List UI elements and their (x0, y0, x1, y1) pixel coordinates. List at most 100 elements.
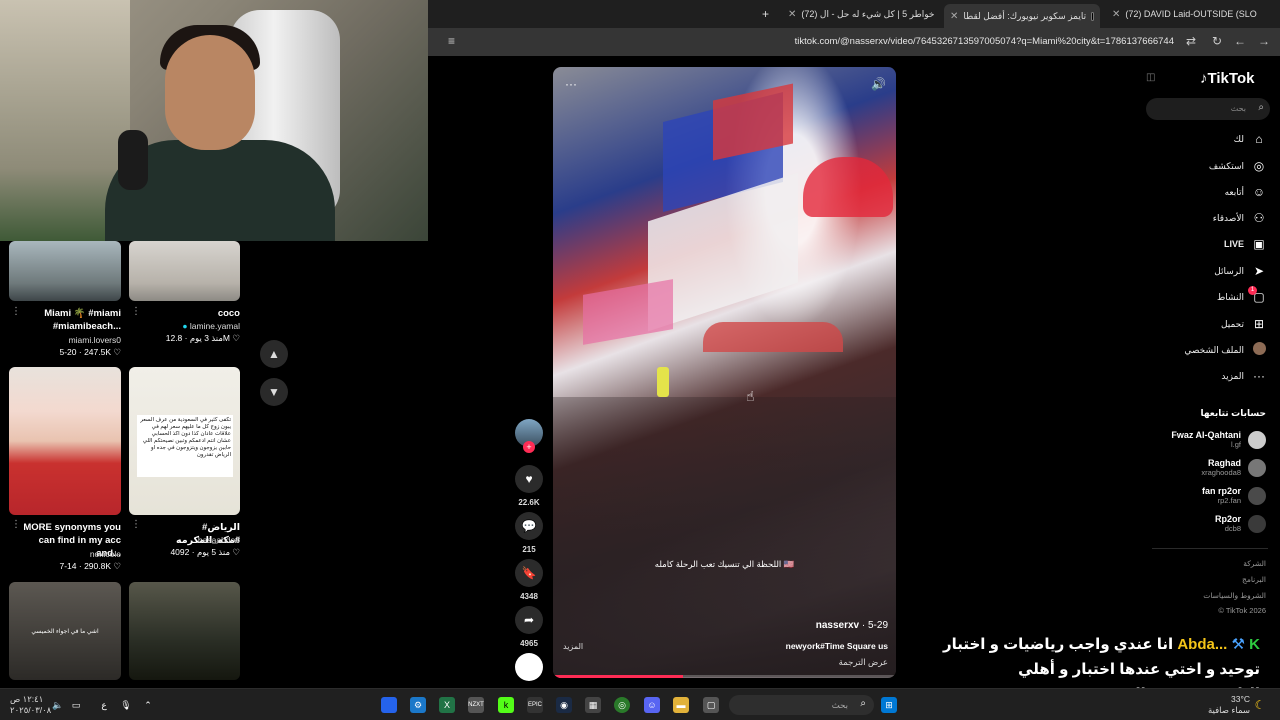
grid-thumbnail-2[interactable] (129, 241, 240, 301)
tiktok-logo[interactable]: ♪TikTok (1200, 70, 1254, 87)
account-handle: dcb8 (1224, 524, 1241, 533)
grid-author[interactable]: miami.lovers0 (22, 335, 121, 345)
clock-date: ٢٠٢٥/٠٣/٠٨ (10, 705, 52, 715)
back-icon[interactable]: ← (1234, 34, 1246, 48)
video-more-icon[interactable]: ··· (565, 77, 577, 91)
chat-line-2: توحيد و اختي عندها اختبار و أهلي (1018, 661, 1260, 678)
new-tab-button[interactable]: + (762, 4, 769, 24)
grid-title[interactable]: coco (140, 307, 240, 320)
excel-icon[interactable]: X (439, 697, 455, 713)
grid-thumbnail-3[interactable] (9, 367, 121, 515)
browser-tab-1[interactable]: ✕ (72) DAVID Laid-OUTSIDE (SLO (1112, 4, 1262, 24)
store-icon[interactable]: ▦ (585, 697, 601, 713)
previous-video-button[interactable]: ▲ (260, 340, 288, 368)
grid-thumbnail-1[interactable] (9, 241, 121, 301)
share-button[interactable]: ➦ 4965 (514, 606, 544, 648)
grid-author[interactable]: basaabdo6 (140, 535, 240, 545)
nav-item-upload[interactable]: تحميل ⊞ (1221, 316, 1266, 332)
author-name: nasserxv (815, 620, 860, 631)
nav-item-explore[interactable]: استكشف ◎ (1209, 158, 1266, 174)
steam-like-icon[interactable]: ⚙ (410, 697, 426, 713)
tray-chevron-icon[interactable]: ⌃ (140, 697, 156, 713)
comment-button[interactable]: 💬 215 (514, 512, 544, 554)
epic-games-icon[interactable]: EPIC (527, 697, 543, 713)
windows-start-icon[interactable]: ⊞ (881, 697, 897, 713)
save-count: 4348 (520, 592, 538, 601)
menu-icon[interactable]: ≡ (448, 34, 455, 48)
footer-link-terms[interactable]: الشروط والسياسات (1203, 591, 1266, 600)
share-arrow-icon: ➦ (515, 606, 543, 634)
more-link[interactable]: المزيد (563, 642, 583, 651)
clock[interactable]: ١٢:٤١ ص ٢٠٢٥/٠٣/٠٨ (10, 694, 51, 716)
footer-link-company[interactable]: الشركة (1243, 559, 1266, 568)
following-account[interactable]: Fwaz Al-Qahtani l.gf (1171, 430, 1266, 449)
nav-item-foryou[interactable]: لك ⌂ (1234, 131, 1266, 147)
following-account[interactable]: Raghad xraghooda8 (1201, 458, 1266, 477)
account-handle: l.gf (1230, 440, 1241, 449)
following-account[interactable]: fan rp2or rp2.fan (1202, 486, 1266, 505)
divider (1152, 548, 1268, 549)
forward-icon[interactable]: → (1258, 34, 1270, 48)
microphone-icon[interactable]: 🎙 (118, 697, 134, 713)
account-handle: xraghooda8 (1201, 468, 1241, 477)
creator-avatar-button[interactable]: + (514, 419, 544, 453)
task-view-icon[interactable]: ▢ (703, 697, 719, 713)
chat-text: انا عندي واجب رياضيات و اختبار (942, 636, 1174, 653)
grid-title[interactable]: Miami 🌴 #miami #miamibeach... (22, 307, 121, 333)
nav-item-more[interactable]: المزيد ··· (1221, 368, 1266, 384)
like-button[interactable]: ♥ 22.6K (514, 465, 544, 507)
reload-icon[interactable]: ↻ (1212, 34, 1222, 48)
chrome-icon[interactable]: ◎ (614, 697, 630, 713)
grid-thumbnail-5[interactable]: اشي ما في اجواء الخميسي (9, 582, 121, 680)
next-video-button[interactable]: ▼ (260, 378, 288, 406)
search-input[interactable]: ⌕ بحث (1146, 98, 1270, 120)
nav-item-profile[interactable]: الملف الشخصي (1184, 342, 1266, 358)
home-icon: ⌂ (1255, 132, 1263, 146)
discord-icon[interactable]: ☺ (644, 697, 660, 713)
nav-item-live[interactable]: LIVE ▣ (1224, 236, 1266, 252)
more-options-icon[interactable]: ⋮ (11, 519, 21, 530)
video-progress-bar[interactable] (553, 675, 896, 678)
close-tab-icon[interactable]: ✕ (1112, 9, 1120, 20)
close-tab-icon[interactable]: ✕ (950, 11, 958, 22)
network-icon[interactable]: ▭ (68, 697, 84, 713)
video-author[interactable]: nasserxv · 5-29 (816, 620, 888, 631)
volume-icon[interactable]: 🔈 (50, 697, 66, 713)
following-account[interactable]: Rp2or dcb8 (1215, 514, 1266, 533)
nzxt-icon[interactable]: NZXT (468, 697, 484, 713)
music-disc-button[interactable] (514, 653, 544, 681)
save-button[interactable]: 🔖 4348 (514, 559, 544, 601)
footer-link-program[interactable]: البرنامج (1242, 575, 1266, 584)
more-icon: ··· (1253, 369, 1265, 383)
share-icon[interactable]: ⇄ (1186, 34, 1196, 48)
grid-thumbnail-6[interactable] (129, 582, 240, 680)
more-options-icon[interactable]: ⋮ (11, 306, 21, 317)
nav-item-messages[interactable]: الرسائل ➤ (1214, 263, 1266, 279)
comment-icon: 💬 (515, 512, 543, 540)
nav-item-friends[interactable]: الأصدقاء ⚇ (1213, 210, 1266, 226)
translate-link[interactable]: عرض الترجمة (839, 657, 888, 668)
taskbar-search-input[interactable]: ⌕ بحث (729, 695, 874, 715)
nav-item-following[interactable]: أتابعه ☺ (1225, 184, 1266, 200)
grid-author[interactable]: ● lamine.yamal (140, 321, 240, 331)
weather-widget[interactable]: 33°C سماء صافية (1208, 694, 1250, 716)
kick-app-icon[interactable]: k (498, 697, 514, 713)
app-icon[interactable] (381, 697, 397, 713)
browser-tab-2-active[interactable]: ✕ تايمز سكوير نيويورك: أفضل لقطا (944, 4, 1100, 28)
grid-thumbnail-4[interactable]: تكفى كثير في السعودية من عرف السعر يبون … (129, 367, 240, 515)
nav-item-activity[interactable]: النشاط ▢ 1 (1217, 286, 1266, 305)
url-field[interactable]: tiktok.com/@nasserxv/video/7645326713597… (795, 36, 1174, 47)
grid-author[interactable]: nokicole (22, 549, 121, 559)
language-indicator[interactable]: ع (96, 697, 112, 713)
activity-icon: ▢ 1 (1248, 286, 1266, 304)
browser-tab-3[interactable]: ✕ (72) خواطر 5 | كل شيء له حل - ال (788, 4, 936, 24)
close-tab-icon[interactable]: ✕ (788, 9, 796, 20)
tab-title: (72) خواطر 5 | كل شيء له حل - ال (801, 8, 935, 19)
collapse-sidebar-icon[interactable]: ◫ (1146, 72, 1155, 83)
follow-plus-icon[interactable]: + (523, 441, 535, 453)
steam-icon[interactable]: ◉ (556, 697, 572, 713)
file-explorer-icon[interactable]: ▬ (673, 697, 689, 713)
tiktok-note-icon: ♪ (1200, 70, 1208, 87)
volume-icon[interactable]: 🔊 (871, 77, 886, 91)
video-player[interactable]: ··· 🔊 ☝ اللحظة الي تنسيك تعب الرحلة كامل… (553, 67, 896, 678)
